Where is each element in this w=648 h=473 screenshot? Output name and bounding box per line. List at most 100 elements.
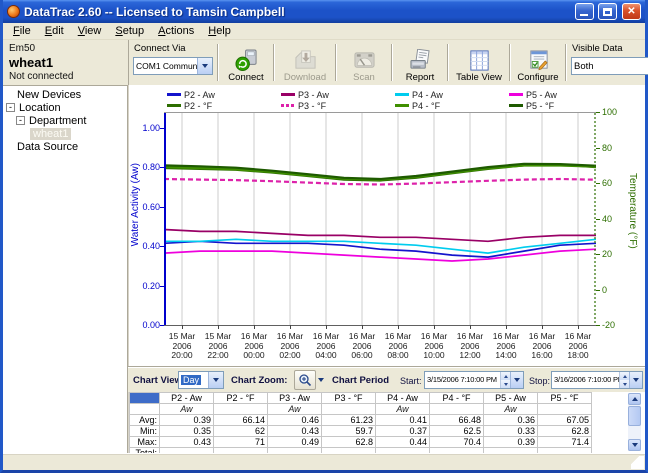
legend-label: P2 - Aw (184, 90, 215, 100)
scroll-down-icon[interactable] (628, 439, 641, 451)
resize-grip[interactable] (631, 456, 644, 469)
x-tick-label: 15 Mar200622:00 (198, 332, 238, 361)
title-bar[interactable]: DataTrac 2.60 -- Licensed to Tamsin Camp… (3, 0, 645, 23)
scan-button[interactable]: Scan (339, 41, 389, 84)
device-model: Em50 (9, 43, 128, 54)
x-tick-line: 06:00 (342, 351, 382, 361)
y-tick-mark-left (160, 286, 164, 287)
tree-item-data-source[interactable]: Data Source (3, 140, 127, 153)
column-header[interactable]: P4 - Aw (376, 393, 430, 404)
chart-view-select[interactable]: Day (178, 371, 224, 389)
units-cell (214, 404, 268, 415)
tree-item-new-devices[interactable]: New Devices (3, 88, 127, 101)
column-header[interactable]: P3 - °F (322, 393, 376, 404)
collapse-icon[interactable]: - (16, 116, 25, 125)
report-button[interactable]: Report (395, 41, 445, 84)
table-scrollbar[interactable] (628, 393, 641, 451)
chart-plot-svg (164, 113, 596, 326)
toolbar-separator (509, 44, 511, 81)
download-button-label: Download (284, 72, 326, 83)
configure-button[interactable]: Configure (513, 41, 563, 84)
port-select[interactable]: COM1 Communic (133, 57, 213, 75)
tree-item-label: Location (19, 102, 61, 114)
zoom-in-icon[interactable] (294, 370, 316, 390)
menu-actions[interactable]: Actions (151, 24, 201, 38)
period-start-field[interactable]: 3/15/2006 7:10:00 PM (424, 371, 524, 389)
scroll-up-icon[interactable] (628, 393, 641, 405)
chevron-down-icon[interactable] (197, 58, 212, 74)
table-corner-cell[interactable] (130, 393, 160, 404)
menu-view[interactable]: View (71, 24, 109, 38)
column-header[interactable]: P2 - Aw (160, 393, 214, 404)
menu-help[interactable]: Help (201, 24, 238, 38)
row-label: Min: (130, 426, 160, 437)
value-cell: 62.8 (538, 426, 592, 437)
table-units-row: AwAwAwAw (130, 404, 592, 415)
y-tick-mark-right (596, 112, 600, 113)
column-header[interactable]: P2 - °F (214, 393, 268, 404)
legend-item: P5 - Aw (509, 89, 623, 100)
legend-swatch (281, 93, 295, 96)
chevron-down-icon[interactable] (316, 370, 326, 390)
scan-icon (352, 49, 377, 72)
x-tick-label: 16 Mar200608:00 (378, 332, 418, 361)
date-spinner[interactable] (500, 372, 510, 388)
chart-plot-area[interactable] (164, 112, 596, 325)
close-button[interactable]: ✕ (622, 3, 641, 20)
column-header[interactable]: P5 - °F (538, 393, 592, 404)
scrollbar-thumb[interactable] (628, 406, 641, 426)
tree-item-location[interactable]: -Location (3, 101, 127, 114)
column-header[interactable]: P5 - Aw (484, 393, 538, 404)
value-cell: 70.4 (430, 437, 484, 448)
y-tick-label-right: 60 (602, 178, 626, 188)
app-icon (7, 5, 20, 18)
spinner-up-icon[interactable] (620, 372, 629, 380)
menu-setup[interactable]: Setup (108, 24, 151, 38)
chevron-down-icon[interactable] (208, 372, 223, 388)
legend-item: P3 - °F (281, 100, 395, 111)
tree-item-wheat1[interactable]: wheat1 (3, 127, 127, 140)
spinner-down-icon[interactable] (620, 380, 629, 388)
tree-item-department[interactable]: -Department (3, 114, 127, 127)
visible-data-select[interactable]: Both (571, 57, 648, 75)
y-tick-mark-right (596, 325, 600, 326)
menu-file[interactable]: File (6, 24, 38, 38)
x-tick-mark (218, 325, 219, 329)
period-stop-label: Stop: (529, 376, 550, 386)
tree-item-label: Department (29, 115, 86, 127)
value-cell: 66.48 (430, 415, 484, 426)
x-tick-mark (578, 325, 579, 329)
value-cell: 59.7 (322, 426, 376, 437)
column-header[interactable]: P3 - Aw (268, 393, 322, 404)
spinner-down-icon[interactable] (501, 380, 510, 388)
y-tick-label-left: 0.60 (131, 202, 160, 212)
collapse-icon[interactable]: - (6, 103, 15, 112)
calendar-dropdown-icon[interactable] (510, 372, 523, 388)
calendar-dropdown-icon[interactable] (629, 372, 642, 388)
minimize-button[interactable] (575, 3, 594, 20)
y-tick-mark-left (160, 246, 164, 247)
chart-zoom-button[interactable] (294, 370, 326, 390)
close-icon: ✕ (627, 7, 635, 17)
value-cell: 0.41 (376, 415, 430, 426)
download-button[interactable]: Download (277, 41, 333, 84)
period-stop-field[interactable]: 3/16/2006 7:10:00 PM (551, 371, 643, 389)
column-header[interactable]: P4 - °F (430, 393, 484, 404)
spinner-up-icon[interactable] (501, 372, 510, 380)
table-row: Avg:0.3966.140.4661.230.4166.480.3667.05 (130, 415, 592, 426)
x-tick-line: 00:00 (234, 351, 274, 361)
maximize-button[interactable] (598, 3, 617, 20)
date-spinner[interactable] (619, 372, 629, 388)
value-cell: 66.14 (214, 415, 268, 426)
legend-item: P2 - °F (167, 100, 281, 111)
chart-controls-bar: Chart View: Day Chart Zoom: Chart Period… (128, 366, 645, 392)
visible-data-value: Both (572, 61, 648, 72)
connect-button[interactable]: Connect (221, 41, 271, 84)
x-tick-line: 08:00 (378, 351, 418, 361)
device-info-panel: Em50 wheat1 Not connected (3, 40, 128, 85)
table-view-button[interactable]: Table View (451, 41, 507, 84)
connection-status: Not connected (9, 71, 128, 82)
menu-edit[interactable]: Edit (38, 24, 71, 38)
status-bar (3, 453, 645, 470)
x-tick-line: 02:00 (270, 351, 310, 361)
